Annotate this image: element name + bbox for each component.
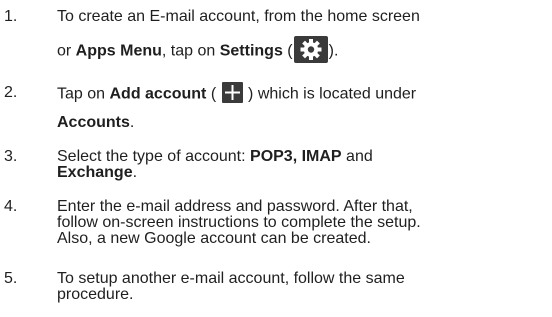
text-segment: (	[206, 85, 221, 103]
step-text: Tap on Add account ( ) which is located …	[57, 82, 552, 132]
step-text: Enter the e-mail address and password. A…	[57, 198, 552, 248]
step-number: 2.	[4, 84, 18, 101]
text-segment: (	[282, 42, 293, 60]
text-segment: , tap on	[161, 42, 220, 60]
step-number: 1.	[4, 8, 18, 25]
step-line: Exchange.	[57, 164, 552, 182]
settings-label: Settings	[219, 42, 283, 60]
text-segment: .	[129, 114, 135, 131]
step-number: 4.	[4, 198, 18, 215]
apps-menu-label: Apps Menu	[75, 42, 162, 60]
step-text: Select the type of account: POP3, IMAP a…	[57, 148, 552, 182]
account-types-label: POP3, IMAP	[250, 148, 342, 165]
step-line: procedure.	[57, 286, 134, 303]
text-segment: or	[57, 42, 76, 60]
text-segment: ) which is located under	[243, 85, 417, 103]
step-line: or Apps Menu, tap on Settings ( ).	[57, 36, 552, 65]
step-line: Accounts.	[57, 114, 552, 132]
add-account-label: Add account	[109, 85, 207, 103]
text-segment: .	[132, 164, 138, 181]
text-segment: and	[341, 148, 373, 165]
step-text: To setup another e-mail account, follow …	[57, 270, 552, 304]
step-line: To create an E-mail account, from the ho…	[57, 8, 420, 25]
plus-icon	[221, 82, 243, 103]
text-segment: Select the type of account:	[57, 148, 251, 165]
text-segment: ).	[328, 42, 339, 60]
step-number: 3.	[4, 148, 18, 165]
step-line: Also, a new Google account can be create…	[57, 230, 371, 247]
step-number: 5.	[4, 270, 18, 287]
accounts-label: Accounts	[57, 114, 130, 131]
step-line: Tap on Add account ( ) which is located …	[57, 82, 552, 105]
settings-gear-icon	[293, 36, 328, 63]
exchange-label: Exchange	[57, 164, 133, 181]
step-text: To create an E-mail account, from the ho…	[57, 8, 552, 65]
text-segment: Tap on	[57, 85, 110, 103]
